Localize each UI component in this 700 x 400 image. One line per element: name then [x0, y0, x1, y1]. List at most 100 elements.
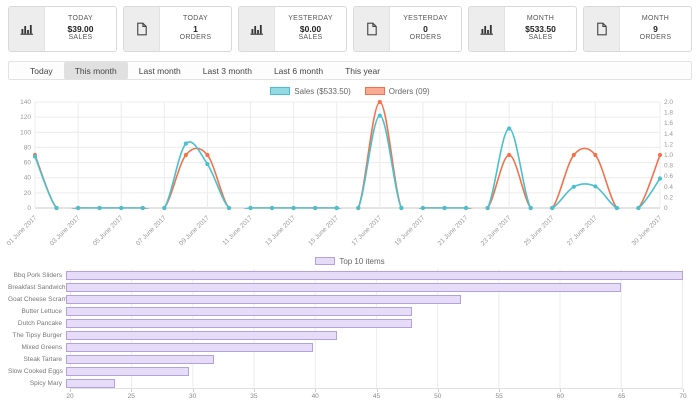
data-point [33, 154, 37, 158]
card-metric: SALES [68, 34, 92, 43]
bar [66, 307, 412, 316]
bar-track [66, 367, 683, 376]
bar [66, 379, 115, 388]
card-period: TODAY [183, 15, 208, 24]
line-chart-plot: 02040608010012014000.20.40.60.81.01.21.4… [0, 97, 700, 254]
data-point [529, 206, 533, 210]
card-metric: SALES [528, 34, 552, 43]
data-point [593, 184, 597, 188]
svg-text:1.2: 1.2 [664, 141, 673, 148]
card-period: MONTH [527, 15, 554, 24]
svg-text:60: 60 [24, 160, 32, 167]
legend-item-sales[interactable]: Sales ($533.50) [270, 87, 350, 96]
bar-row: Dutch Pancake [8, 317, 683, 329]
card-period: TODAY [68, 15, 93, 24]
tab-this-month[interactable]: This month [64, 62, 128, 79]
bar-label: Bbq Pork Sliders [8, 272, 66, 279]
data-point [335, 206, 339, 210]
bar-label: Dutch Pancake [8, 320, 66, 327]
data-point [636, 206, 640, 210]
svg-text:0.4: 0.4 [664, 184, 673, 191]
data-point [399, 206, 403, 210]
svg-text:0.8: 0.8 [664, 163, 673, 170]
axis-tick-label: 60 [557, 393, 564, 400]
axis-tick-label: 55 [495, 393, 502, 400]
bar-label: Slow Cooked Eggs [8, 368, 66, 375]
bar [66, 271, 683, 280]
data-point [485, 206, 489, 210]
grid [35, 102, 660, 208]
svg-text:1.6: 1.6 [664, 120, 673, 127]
tab-last-month[interactable]: Last month [128, 62, 192, 79]
data-point [205, 153, 209, 157]
svg-text:0.6: 0.6 [664, 173, 673, 180]
svg-text:120: 120 [20, 114, 31, 121]
bar-track [66, 283, 683, 292]
data-point [615, 206, 619, 210]
tab-this-year[interactable]: This year [334, 62, 391, 79]
bar [66, 367, 189, 376]
legend-swatch [270, 87, 290, 95]
data-point [119, 206, 123, 210]
bar [66, 343, 313, 352]
svg-text:0.2: 0.2 [664, 194, 673, 201]
data-point [313, 206, 317, 210]
card-value: $533.50 [525, 24, 556, 35]
data-point [378, 100, 382, 104]
tab-last-6-month[interactable]: Last 6 month [263, 62, 334, 79]
card-metric: SALES [298, 34, 322, 43]
legend-item-top-10-items[interactable]: Top 10 items [315, 257, 384, 266]
bar-track [66, 355, 683, 364]
card-period: YESTERDAY [288, 15, 333, 24]
svg-text:03 June 2017: 03 June 2017 [49, 214, 82, 247]
bar-label: Steak Tartare [8, 356, 66, 363]
svg-text:15 June 2017: 15 June 2017 [307, 214, 340, 247]
period-tabstrip: Today This month Last month Last 3 month… [8, 61, 692, 80]
stat-cards-row: TODAY $39.00 SALES TODAY 1 ORDERS YESTER… [0, 0, 700, 56]
svg-text:01 June 2017: 01 June 2017 [6, 214, 39, 247]
data-point [507, 153, 511, 157]
svg-text:07 June 2017: 07 June 2017 [135, 214, 168, 247]
stat-card-yesterday-sales: YESTERDAY $0.00 SALES [238, 6, 347, 52]
data-point [593, 153, 597, 157]
svg-text:19 June 2017: 19 June 2017 [394, 214, 427, 247]
card-value: $39.00 [68, 24, 94, 35]
legend-item-orders[interactable]: Orders (09) [365, 87, 430, 96]
line-chart-svg: 02040608010012014000.20.40.60.81.01.21.4… [0, 97, 700, 249]
sales-orders-line-chart: Sales ($533.50)Orders (09) 0204060801001… [0, 85, 700, 254]
bar-track [66, 271, 683, 280]
svg-text:2.0: 2.0 [664, 99, 673, 106]
bar-x-axis: 2025303540455055606570 [70, 389, 683, 400]
tab-last-3-month[interactable]: Last 3 month [192, 62, 263, 79]
document-icon [584, 7, 620, 51]
bar-track [66, 379, 683, 388]
tab-today[interactable]: Today [19, 62, 64, 79]
legend-swatch [365, 87, 385, 95]
axis-tick-label: 35 [250, 393, 257, 400]
bar [66, 283, 621, 292]
svg-text:25 June 2017: 25 June 2017 [523, 214, 556, 247]
bar-label: Breakfast Sandwich [8, 284, 66, 291]
bar-row: Mixed Greens [8, 341, 683, 353]
axis-tick-label: 30 [189, 393, 196, 400]
data-point [464, 206, 468, 210]
bar-chart-icon [469, 7, 505, 51]
stat-card-today-orders: TODAY 1 ORDERS [123, 6, 232, 52]
svg-text:1.8: 1.8 [664, 110, 673, 117]
bar-chart-icon [239, 7, 275, 51]
card-metric: ORDERS [640, 34, 672, 43]
svg-text:40: 40 [24, 175, 32, 182]
axis-tick-label: 25 [128, 393, 135, 400]
axis-tick-label: 40 [312, 393, 319, 400]
card-metric: ORDERS [410, 34, 442, 43]
card-period: MONTH [642, 15, 669, 24]
bar-chart-legend: Top 10 items [0, 255, 700, 267]
data-point [98, 206, 102, 210]
data-point [270, 206, 274, 210]
bar [66, 355, 214, 364]
data-point [378, 114, 382, 118]
bar-track [66, 343, 683, 352]
data-point [658, 153, 662, 157]
card-value: 0 [423, 24, 428, 35]
axis-tick-label: 65 [618, 393, 625, 400]
